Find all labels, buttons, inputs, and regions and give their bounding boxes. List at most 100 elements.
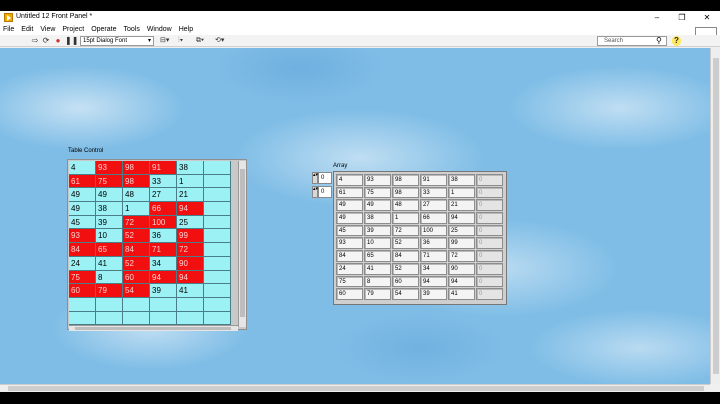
table-cell[interactable] <box>123 297 150 312</box>
table-cell[interactable] <box>204 297 231 312</box>
table-cell[interactable]: 72 <box>123 215 150 230</box>
minimize-button[interactable]: – <box>645 11 669 25</box>
table-cell[interactable]: 48 <box>123 188 150 203</box>
panel-vertical-scrollbar[interactable] <box>710 48 720 384</box>
table-cell[interactable]: 8 <box>96 270 123 285</box>
menu-operate[interactable]: Operate <box>88 25 120 35</box>
table-cell[interactable] <box>150 297 177 312</box>
table-cell[interactable]: 41 <box>96 256 123 271</box>
run-continuously-icon[interactable]: ⟳ <box>41 36 51 46</box>
table-cell[interactable]: 94 <box>177 270 204 285</box>
table-cell[interactable] <box>204 256 231 271</box>
table-cell[interactable]: 79 <box>96 284 123 298</box>
table-cell[interactable]: 75 <box>69 270 96 285</box>
scroll-thumb[interactable] <box>240 169 245 317</box>
pause-icon[interactable]: ❚❚ <box>65 36 78 46</box>
table-cell[interactable]: 24 <box>69 256 96 271</box>
table-cell[interactable]: 54 <box>123 284 150 298</box>
table-cell[interactable]: 49 <box>96 188 123 203</box>
table-cell[interactable]: 93 <box>69 229 96 244</box>
menu-window[interactable]: Window <box>144 25 176 35</box>
table-cell[interactable]: 1 <box>177 174 204 189</box>
search-icon[interactable]: ⚲ <box>656 36 662 46</box>
table-cell[interactable]: 91 <box>150 161 177 175</box>
table-cell[interactable]: 61 <box>69 174 96 189</box>
table-cell[interactable]: 39 <box>96 215 123 230</box>
table-cell[interactable]: 75 <box>96 174 123 189</box>
table-cell[interactable]: 33 <box>150 174 177 189</box>
panel-horizontal-scrollbar[interactable] <box>0 384 710 392</box>
table-cell[interactable] <box>150 311 177 326</box>
table-cell[interactable]: 93 <box>96 161 123 175</box>
run-arrow-icon[interactable]: ⇨ <box>30 36 40 46</box>
table-cell[interactable]: 71 <box>150 243 177 257</box>
menu-file[interactable]: File <box>0 25 18 35</box>
table-cell[interactable]: 90 <box>177 256 204 271</box>
close-button[interactable]: ✕ <box>695 11 719 25</box>
front-panel-canvas[interactable]: Table Control 4 93 98 91 38 61 75 98 33 1 49 49 48 27… <box>0 48 710 384</box>
table-cell[interactable] <box>204 229 231 244</box>
menu-help[interactable]: Help <box>176 25 197 35</box>
table-cell[interactable]: 45 <box>69 215 96 230</box>
menu-tools[interactable]: Tools <box>120 25 143 35</box>
table-cell[interactable]: 41 <box>177 284 204 298</box>
table-cell[interactable] <box>204 161 231 175</box>
reorder-icon[interactable]: ⟲▾ <box>215 36 229 46</box>
abort-icon[interactable]: ● <box>53 36 63 46</box>
table-cell[interactable]: 84 <box>69 243 96 257</box>
menu-project[interactable]: Project <box>59 25 88 35</box>
resize-objects-icon[interactable]: ⧉▾ <box>196 36 210 46</box>
table-cell[interactable]: 38 <box>177 161 204 175</box>
table-cell[interactable] <box>204 284 231 298</box>
table-cell[interactable]: 36 <box>150 229 177 244</box>
table-cell[interactable]: 100 <box>150 215 177 230</box>
table-cell[interactable]: 39 <box>150 284 177 298</box>
table-cell[interactable] <box>204 174 231 189</box>
table-vertical-scrollbar[interactable] <box>238 161 246 327</box>
table-cell[interactable]: 60 <box>123 270 150 285</box>
table-cell[interactable]: 72 <box>177 243 204 257</box>
table-cell[interactable] <box>204 311 231 326</box>
array-row-index[interactable]: ▴▾ 0 <box>312 172 332 184</box>
table-cell[interactable] <box>123 311 150 326</box>
table-cell[interactable] <box>96 297 123 312</box>
align-objects-icon[interactable]: ⊟▾ <box>160 36 174 46</box>
table-cell[interactable]: 4 <box>69 161 96 175</box>
table-cell[interactable] <box>204 202 231 216</box>
table-cell[interactable]: 21 <box>177 188 204 203</box>
table-cell[interactable]: 38 <box>96 202 123 216</box>
table-cell[interactable] <box>204 215 231 230</box>
context-help-icon[interactable]: ? <box>672 36 681 46</box>
table-cell[interactable]: 98 <box>123 161 150 175</box>
table-cell[interactable] <box>69 311 96 326</box>
table-cell[interactable]: 99 <box>177 229 204 244</box>
table-cell[interactable]: 60 <box>69 284 96 298</box>
table-cell[interactable]: 94 <box>150 270 177 285</box>
table-cell[interactable]: 25 <box>177 215 204 230</box>
table-cell[interactable]: 84 <box>123 243 150 257</box>
table-horizontal-scrollbar[interactable] <box>69 325 238 331</box>
font-dropdown[interactable]: 15pt Dialog Font ▾ <box>80 36 154 46</box>
distribute-objects-icon[interactable]: ⫶▾ <box>178 36 192 46</box>
table-cell[interactable] <box>204 188 231 203</box>
table-cell[interactable]: 52 <box>123 256 150 271</box>
table-control[interactable]: 4 93 98 91 38 61 75 98 33 1 49 49 48 27 21 49 38 1 66 94 45 3… <box>67 159 247 331</box>
scroll-thumb[interactable] <box>713 58 719 374</box>
table-cell[interactable]: 10 <box>96 229 123 244</box>
table-cell[interactable]: 66 <box>150 202 177 216</box>
table-cell[interactable] <box>177 297 204 312</box>
table-cell[interactable]: 65 <box>96 243 123 257</box>
table-cell[interactable]: 27 <box>150 188 177 203</box>
table-cell[interactable] <box>177 311 204 326</box>
table-cell[interactable] <box>204 243 231 257</box>
table-cell[interactable]: 1 <box>123 202 150 216</box>
table-cell[interactable]: 98 <box>123 174 150 189</box>
table-cell[interactable]: 94 <box>177 202 204 216</box>
scroll-thumb[interactable] <box>8 386 704 391</box>
menu-view[interactable]: View <box>37 25 59 35</box>
menu-edit[interactable]: Edit <box>18 25 37 35</box>
table-cell[interactable] <box>204 270 231 285</box>
scroll-thumb[interactable] <box>75 327 231 330</box>
table-cell[interactable] <box>96 311 123 326</box>
array-indicator[interactable]: 4 93 98 91 38 0 61 75 98 33 1 0 49 49 48 27 21 0 49 38 1 66 94… <box>333 171 507 305</box>
